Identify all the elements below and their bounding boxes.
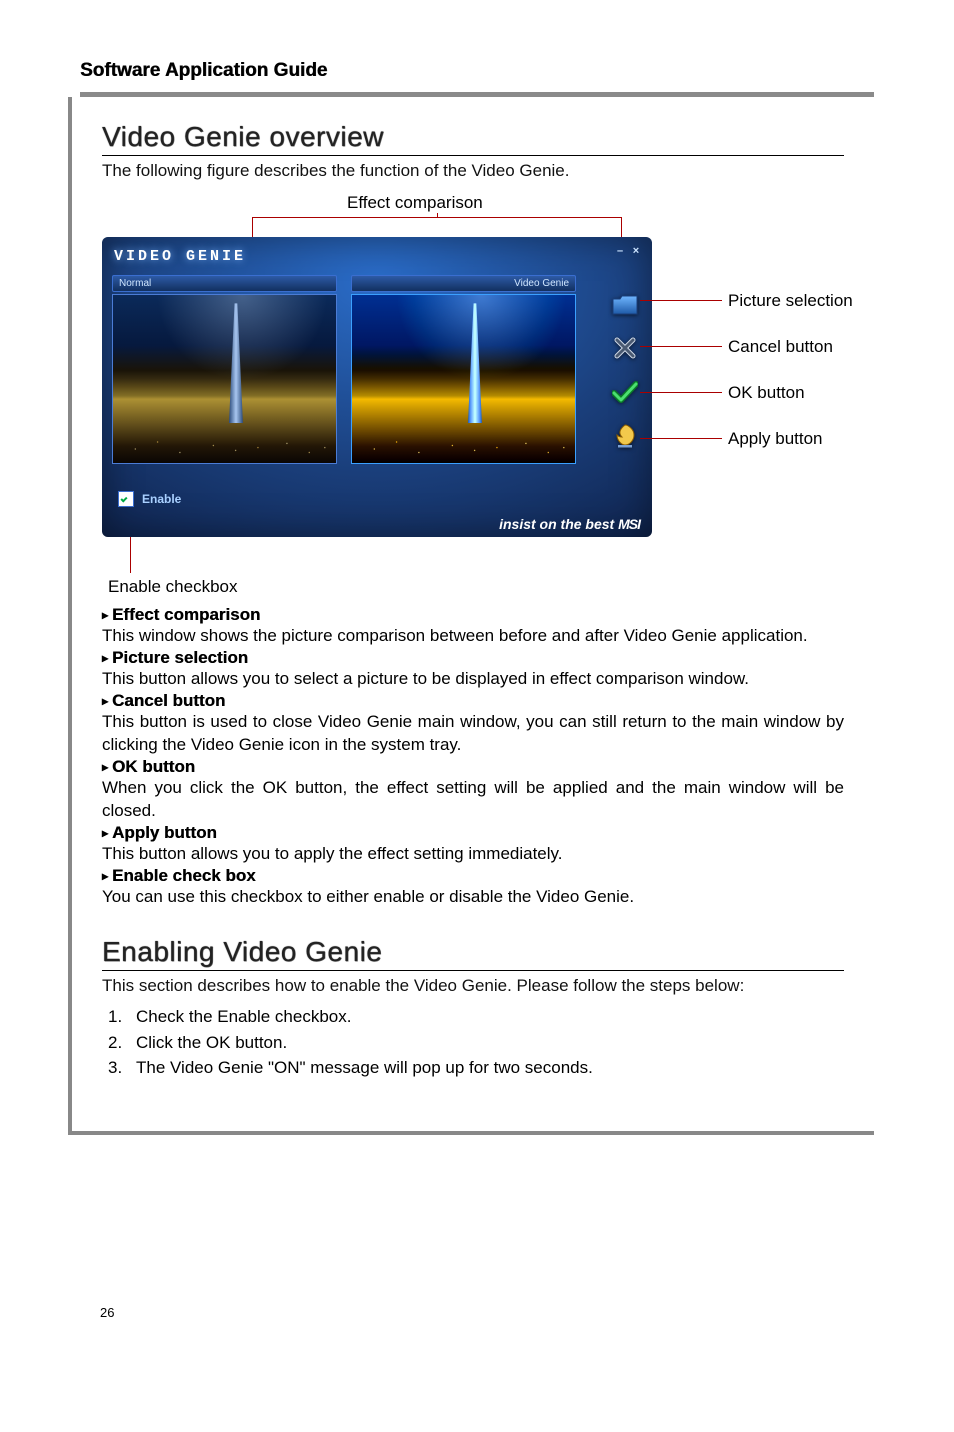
normal-image <box>112 294 337 464</box>
callout-apply: Apply button <box>728 429 823 449</box>
section-title-overview: Video Genie overview <box>102 121 844 156</box>
step-item: 1.Check the Enable checkbox. <box>108 1004 844 1030</box>
desc-body: This window shows the picture comparison… <box>102 625 844 648</box>
bottom-leader <box>130 537 131 573</box>
cancel-button[interactable] <box>610 333 640 363</box>
ok-button[interactable] <box>610 377 640 407</box>
window-title-bar: VIDEO GENIE – × <box>102 237 652 275</box>
apply-button[interactable] <box>610 421 640 451</box>
desc-body: This button is used to close Video Genie… <box>102 711 844 757</box>
step-item: 2.Click the OK button. <box>108 1030 844 1056</box>
desc-body: You can use this checkbox to either enab… <box>102 886 844 909</box>
callout-enable: Enable checkbox <box>108 577 237 597</box>
leader-line <box>640 438 722 439</box>
step-item: 3.The Video Genie "ON" message will pop … <box>108 1055 844 1081</box>
callout-cancel: Cancel button <box>728 337 833 357</box>
desc-title: ▸Effect comparison <box>102 605 844 625</box>
desc-title: ▸Enable check box <box>102 866 844 886</box>
top-leader-bracket <box>252 217 622 237</box>
desc-title: ▸OK button <box>102 757 844 777</box>
video-genie-window: VIDEO GENIE – × Normal Video Genie <box>102 237 652 537</box>
app-title: VIDEO GENIE <box>114 248 246 265</box>
section-intro: The following figure describes the funct… <box>102 160 844 183</box>
effect-comparison-panel: Normal Video Genie <box>102 275 652 464</box>
callout-ok: OK button <box>728 383 805 403</box>
enhanced-image <box>351 294 576 464</box>
doc-header: Software Application Guide <box>80 60 874 82</box>
enable-label: Enable <box>142 492 181 506</box>
enable-checkbox[interactable] <box>118 491 134 507</box>
leader-line <box>640 300 722 301</box>
callout-picture: Picture selection <box>728 291 853 311</box>
minimize-button[interactable]: – <box>612 245 628 257</box>
desc-body: This button allows you to apply the effe… <box>102 843 844 866</box>
picture-selection-button[interactable] <box>610 289 640 319</box>
brand-slogan: insist on the best MSI <box>499 516 640 532</box>
desc-title: ▸Cancel button <box>102 691 844 711</box>
page-number: 26 <box>100 1305 114 1320</box>
top-callout-label: Effect comparison <box>347 193 483 213</box>
desc-title: ▸Apply button <box>102 823 844 843</box>
desc-body: When you click the OK button, the effect… <box>102 777 844 823</box>
leader-line <box>640 346 722 347</box>
videogenie-label: Video Genie <box>351 275 576 292</box>
close-button[interactable]: × <box>628 245 644 257</box>
section-title-enabling: Enabling Video Genie <box>102 936 844 971</box>
normal-label: Normal <box>112 275 337 292</box>
desc-body: This button allows you to select a pictu… <box>102 668 844 691</box>
desc-title: ▸Picture selection <box>102 648 844 668</box>
figure: Effect comparison VIDEO GENIE – × Normal <box>102 193 844 583</box>
leader-line <box>640 392 722 393</box>
section2-intro: This section describes how to enable the… <box>102 975 844 998</box>
